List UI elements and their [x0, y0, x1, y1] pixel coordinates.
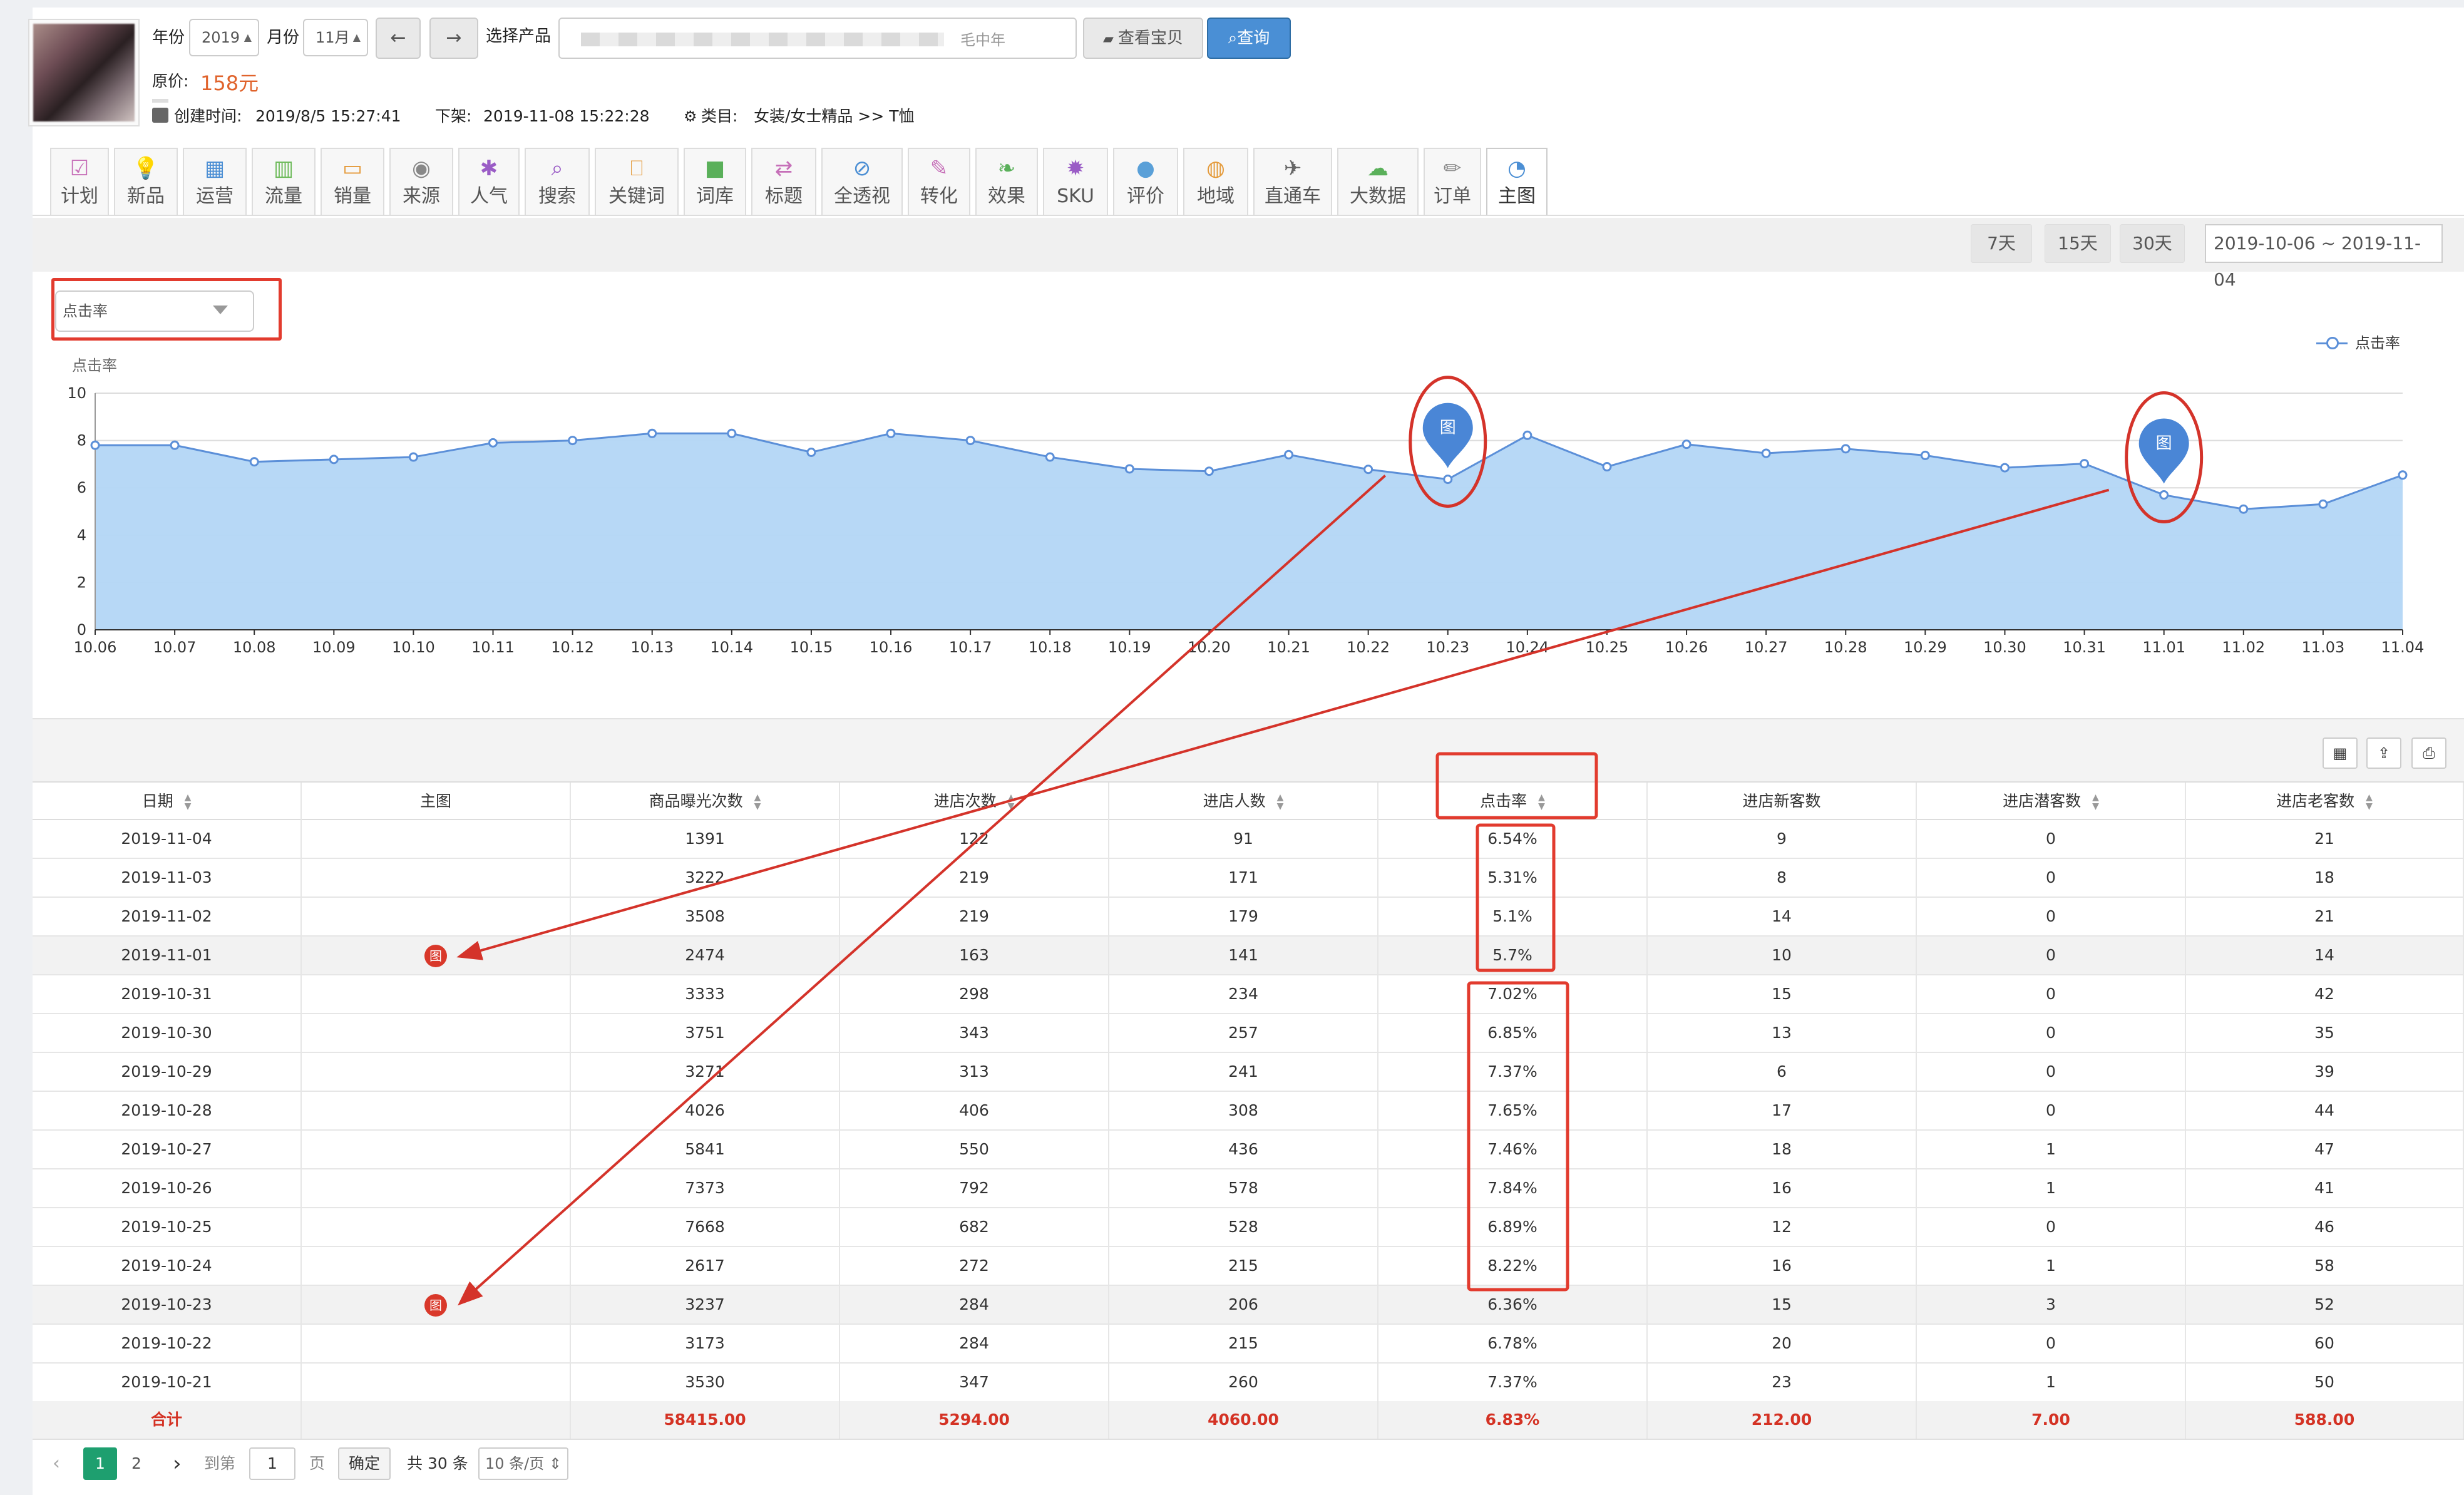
- goto-label: 到第: [204, 1454, 236, 1472]
- annotation-arrow: [458, 475, 1387, 1306]
- annotation-box: [1467, 981, 1569, 1292]
- annotation-overlay: [456, 475, 2110, 1306]
- page-2-button[interactable]: 2: [131, 1447, 141, 1480]
- goto-confirm-button[interactable]: 确定: [338, 1447, 391, 1480]
- goto-page-input[interactable]: 1: [249, 1447, 295, 1480]
- page-size-select[interactable]: 10 条/页 ⇕: [478, 1447, 568, 1480]
- annotation-box: [1435, 752, 1598, 819]
- annotation-arrow: [456, 488, 2110, 960]
- next-page-icon[interactable]: ›: [173, 1447, 182, 1480]
- page-1-button[interactable]: 1: [83, 1447, 117, 1480]
- total-count: 共 30 条: [407, 1454, 468, 1472]
- annotation-box: [1476, 823, 1556, 972]
- prev-page-icon[interactable]: ‹: [53, 1447, 60, 1480]
- page-unit-label: 页: [309, 1454, 326, 1472]
- page-size-value: 10 条/页: [485, 1455, 545, 1472]
